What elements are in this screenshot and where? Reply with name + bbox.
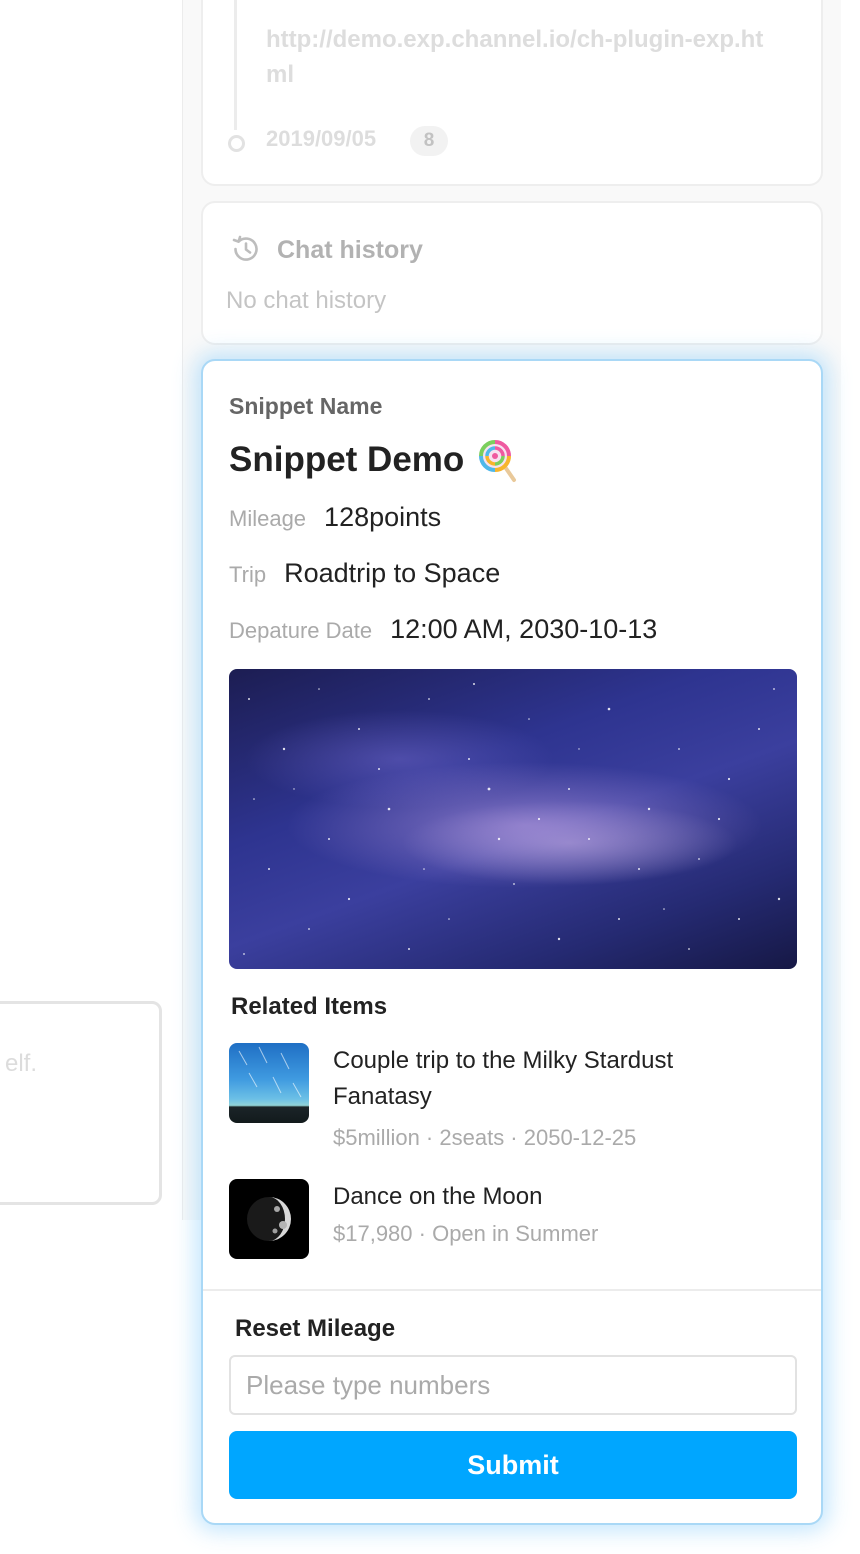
- field-departure-date-value: 12:00 AM, 2030-10-13: [390, 614, 658, 644]
- timeline-dot: [228, 135, 245, 152]
- background-card: elf.: [0, 1001, 162, 1205]
- submit-button[interactable]: Submit: [229, 1431, 797, 1499]
- related-item-meta: $17,980 · Open in Summer: [333, 1221, 599, 1246]
- background-card-text: elf.: [5, 1050, 38, 1077]
- snippet-title-text: Snippet Demo: [229, 440, 465, 479]
- snippet-name-label: Snippet Name: [229, 393, 383, 419]
- field-mileage-value: 128points: [324, 502, 442, 532]
- field-mileage-key: Mileage: [229, 506, 307, 531]
- visit-history-card: http://demo.exp.channel.io/ch-plugin-exp…: [201, 0, 823, 186]
- milky-way-stars: [243, 683, 781, 955]
- mileage-input[interactable]: [229, 1355, 797, 1415]
- lollipop-icon: [479, 440, 517, 482]
- moon-thumb: [229, 1179, 309, 1259]
- visit-url[interactable]: http://demo.exp.channel.io/ch-plugin-exp…: [266, 22, 776, 92]
- related-item-name: Couple trip to the Milky Stardust Fanata…: [333, 1047, 674, 1110]
- chat-history-title: Chat history: [277, 236, 423, 264]
- star-trail-lines: [238, 1046, 302, 1098]
- snippet-title: Snippet Demo: [229, 437, 518, 483]
- related-item[interactable]: Couple trip to the Milky Stardust Fanata…: [229, 1043, 799, 1153]
- chat-history-empty: No chat history: [226, 287, 387, 314]
- related-item-name: Dance on the Moon: [333, 1183, 543, 1210]
- visit-date: 2019/09/05: [266, 126, 377, 151]
- field-mileage: Mileage 128points: [229, 502, 441, 533]
- visit-count-badge: 8: [410, 126, 448, 156]
- chat-history-card: Chat history No chat history: [201, 201, 823, 345]
- milky-stardust-thumb: [229, 1043, 309, 1123]
- timeline-line: [234, 0, 237, 130]
- moon-graphic: [247, 1197, 291, 1241]
- related-items-title: Related Items: [231, 993, 388, 1020]
- field-trip: Trip Roadtrip to Space: [229, 558, 500, 589]
- related-item-meta: $5million · 2seats · 2050-12-25: [333, 1125, 637, 1150]
- section-divider: [203, 1289, 821, 1291]
- field-trip-key: Trip: [229, 562, 267, 587]
- reset-mileage-title: Reset Mileage: [235, 1315, 396, 1342]
- field-departure-date: Depature Date 12:00 AM, 2030-10-13: [229, 614, 657, 645]
- field-departure-date-key: Depature Date: [229, 618, 373, 643]
- history-icon: [232, 235, 258, 261]
- milky-way-image: [229, 669, 797, 969]
- snippet-card: Snippet Name Snippet Demo Mileage 128poi…: [201, 359, 823, 1525]
- related-item[interactable]: Dance on the Moon $17,980 · Open in Summ…: [229, 1179, 799, 1259]
- field-trip-value: Roadtrip to Space: [284, 558, 501, 588]
